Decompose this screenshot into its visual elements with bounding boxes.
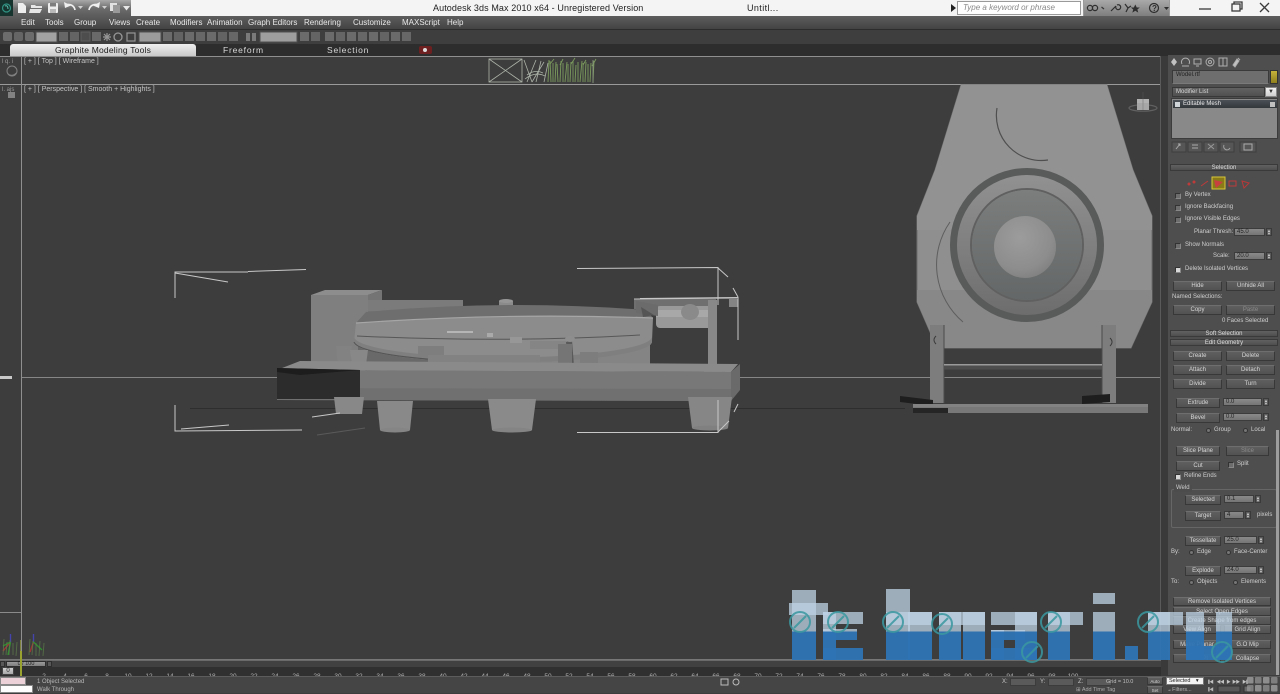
svg-text:?: ? <box>1152 4 1157 13</box>
svg-text:l q. i: l q. i <box>2 59 13 65</box>
svg-text:[ + ] [ Top ] [ Wireframe ]: [ + ] [ Top ] [ Wireframe ] <box>24 58 99 65</box>
svg-text:[ + ] [ Perspective ] [ Smooth: [ + ] [ Perspective ] [ Smooth + Highlig… <box>24 86 155 93</box>
